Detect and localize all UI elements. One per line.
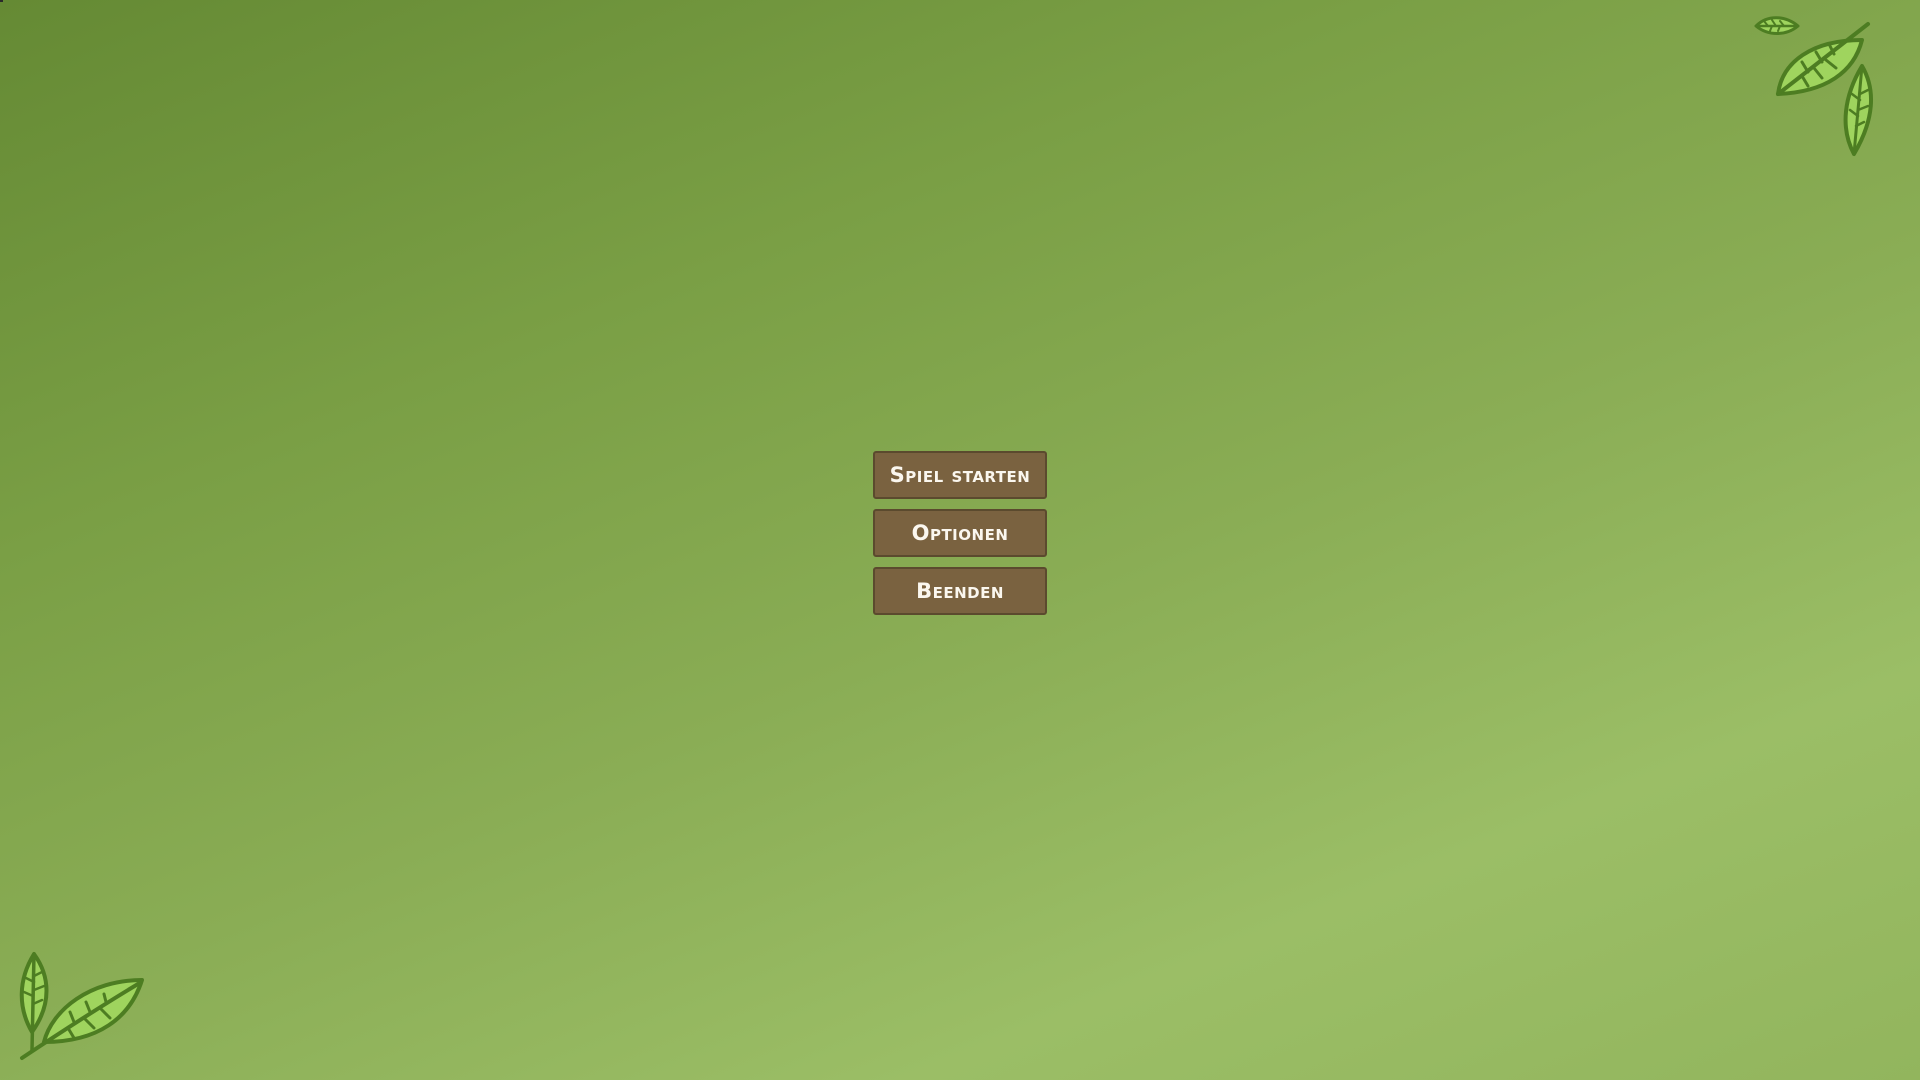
leaf-cluster-top-right-icon xyxy=(1754,16,1873,156)
hanging-leaf-icon xyxy=(1843,64,1873,156)
start-game-button[interactable]: Spiel starten xyxy=(873,451,1047,499)
leaf-cluster-bottom-left-icon xyxy=(19,952,144,1060)
corner-artifact xyxy=(0,0,3,2)
small-leaf-icon xyxy=(1754,16,1800,35)
quit-button[interactable]: Beenden xyxy=(873,567,1047,615)
upright-leaf-icon xyxy=(19,952,49,1052)
options-button[interactable]: Optionen xyxy=(873,509,1047,557)
main-menu: Spiel starten Optionen Beenden xyxy=(873,451,1047,615)
